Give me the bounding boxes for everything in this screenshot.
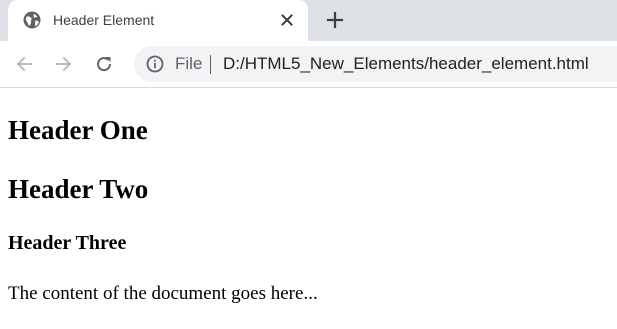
globe-icon	[23, 11, 41, 29]
url-scheme-label: File	[175, 54, 203, 73]
plus-icon[interactable]	[324, 9, 346, 31]
reload-icon[interactable]	[93, 53, 115, 75]
tab-header-element[interactable]: Header Element	[8, 0, 308, 41]
close-icon[interactable]	[278, 11, 296, 29]
arrow-right-icon[interactable]	[53, 53, 75, 75]
browser-toolbar: File D:/HTML5_New_Elements/header_elemen…	[0, 41, 617, 88]
tab-strip: Header Element	[0, 0, 617, 41]
tab-title: Header Element	[53, 12, 155, 28]
url-text[interactable]: D:/HTML5_New_Elements/header_element.htm…	[223, 54, 589, 74]
header-three: Header Three	[8, 232, 127, 254]
address-bar[interactable]: File D:/HTML5_New_Elements/header_elemen…	[134, 46, 617, 82]
arrow-left-icon[interactable]	[13, 53, 35, 75]
url-divider	[210, 55, 211, 74]
document-paragraph: The content of the document goes here...	[8, 283, 318, 304]
info-icon[interactable]	[146, 55, 164, 73]
header-two: Header Two	[8, 174, 149, 204]
header-one: Header One	[8, 115, 148, 145]
